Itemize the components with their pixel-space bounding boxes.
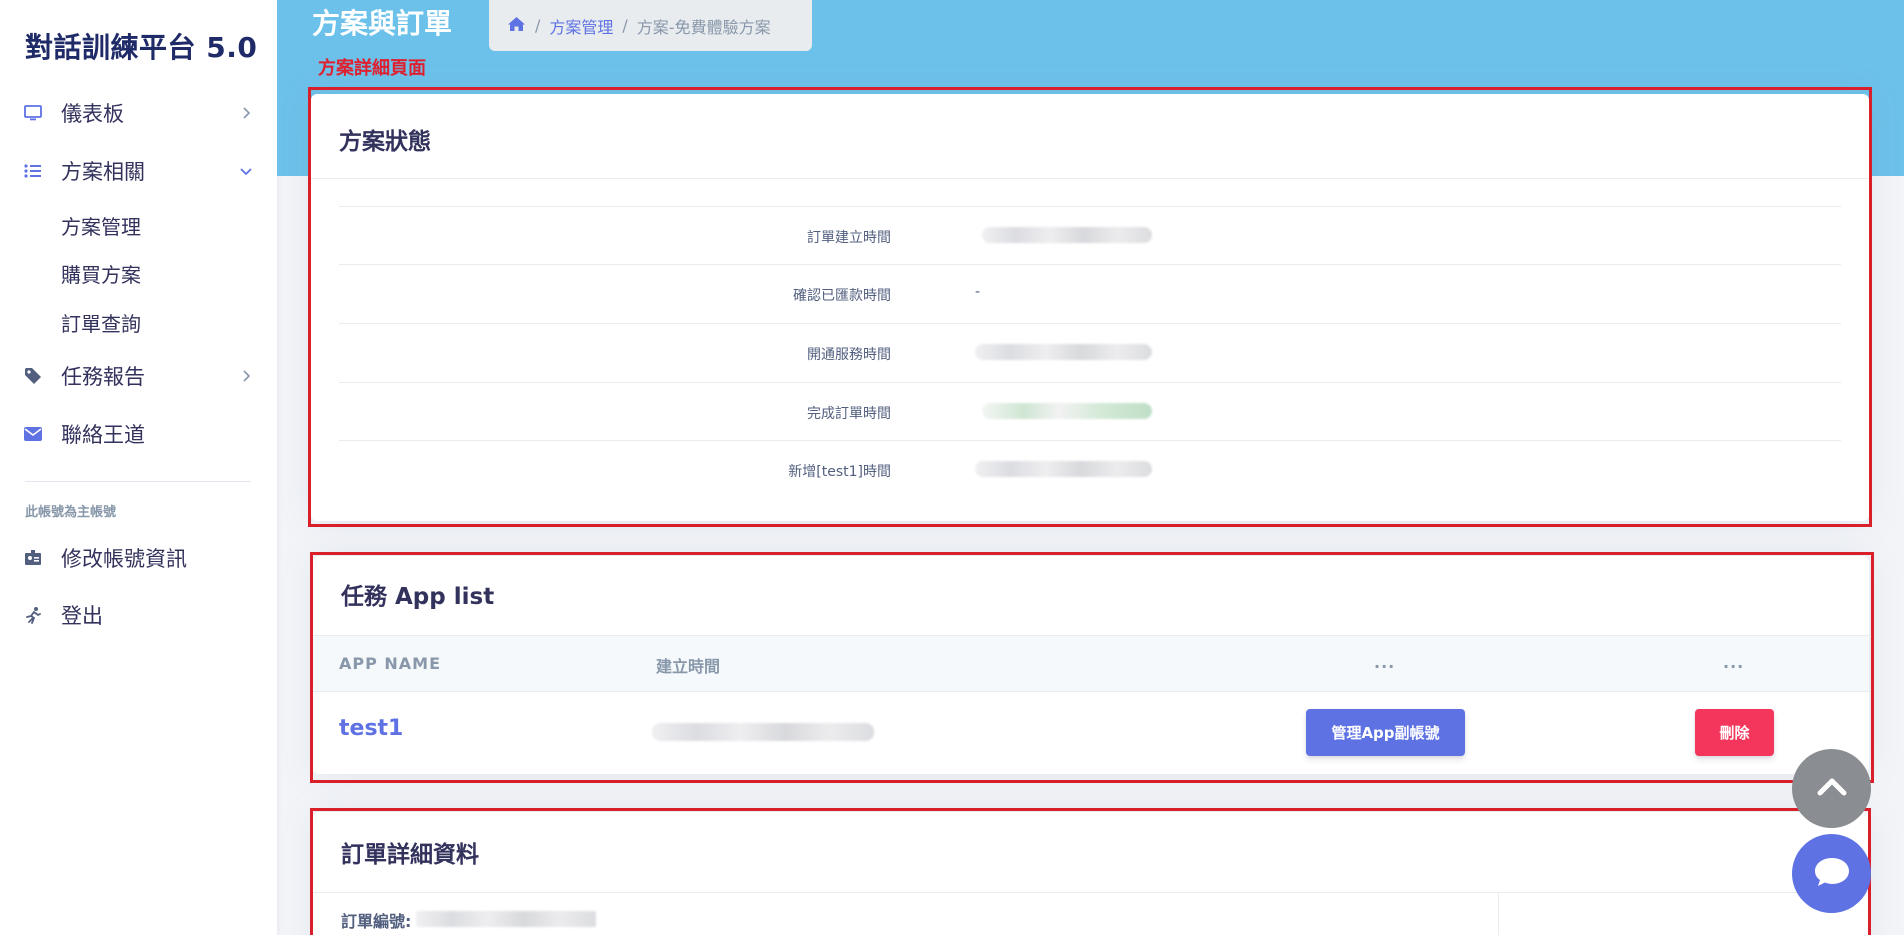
- status-row: 完成訂單時間: [339, 383, 1841, 441]
- column-header-created-time: 建立時間: [656, 657, 721, 676]
- sidebar-item-edit-account[interactable]: 修改帳號資訊: [0, 538, 277, 578]
- card-title: 方案狀態: [339, 129, 431, 155]
- status-row: 訂單建立時間: [339, 207, 1841, 265]
- sidebar-item-logout[interactable]: 登出: [0, 595, 277, 635]
- status-label: 開通服務時間: [807, 347, 891, 363]
- sidebar-item-label: 儀表板: [61, 102, 124, 126]
- breadcrumb-separator: /: [622, 16, 628, 35]
- sidebar: 對話訓練平台 5.0 儀表板 方案相關 方案管理 購買方案 訂單查詢 任務報告: [0, 0, 277, 935]
- tag-icon: [24, 367, 42, 385]
- app-name-link[interactable]: test1: [339, 716, 403, 741]
- sidebar-item-dashboard[interactable]: 儀表板: [0, 93, 277, 133]
- column-header-actions: ...: [1374, 653, 1396, 672]
- envelope-icon: [24, 425, 42, 443]
- sidebar-item-task-report[interactable]: 任務報告: [0, 356, 277, 396]
- app-list-card: 任務 App list APP NAME 建立時間 ... ... test1 …: [313, 556, 1869, 774]
- scroll-to-top-button[interactable]: [1792, 749, 1871, 828]
- page-title: 方案與訂單: [312, 7, 453, 40]
- column-divider: [1498, 892, 1499, 935]
- chevron-right-icon: [239, 106, 253, 120]
- redacted-value: [975, 344, 1152, 360]
- chevron-down-icon: [239, 164, 253, 178]
- redacted-value: [652, 723, 874, 741]
- breadcrumb: / 方案管理 / 方案-免費體驗方案: [489, 0, 812, 51]
- status-row: 確認已匯款時間 -: [339, 265, 1841, 323]
- redacted-value: [982, 227, 1152, 243]
- breadcrumb-current: 方案-免費體驗方案: [636, 17, 771, 37]
- table-header: [313, 635, 1869, 691]
- chevron-up-icon: [1817, 777, 1847, 801]
- chevron-right-icon: [239, 369, 253, 383]
- status-value: -: [975, 284, 981, 300]
- status-row: 新增[test1]時間: [339, 441, 1841, 499]
- status-row: 開通服務時間: [339, 324, 1841, 382]
- sidebar-item-label: 登出: [61, 604, 103, 628]
- card-divider: [313, 892, 1869, 893]
- redacted-value: [982, 403, 1152, 419]
- status-label: 確認已匯款時間: [793, 288, 891, 304]
- breadcrumb-separator: /: [535, 16, 541, 35]
- sidebar-item-plans[interactable]: 方案相關: [0, 151, 277, 191]
- table-row: test1 管理App副帳號 刪除: [313, 692, 1869, 774]
- column-header-app-name: APP NAME: [339, 654, 442, 673]
- monitor-icon: [24, 104, 42, 122]
- order-detail-card: 訂單詳細資料 訂單編號:: [313, 812, 1869, 935]
- order-number-label: 訂單編號:: [341, 912, 412, 931]
- status-label: 完成訂單時間: [807, 406, 891, 422]
- plan-status-card: 方案狀態 訂單建立時間 確認已匯款時間 - 開通服務時間 完成訂單時間 新增[t…: [311, 94, 1869, 521]
- list-icon: [24, 162, 42, 180]
- brand-title[interactable]: 對話訓練平台 5.0: [25, 26, 257, 66]
- manage-app-subaccount-button[interactable]: 管理App副帳號: [1306, 709, 1465, 756]
- sidebar-item-label: 任務報告: [61, 365, 145, 389]
- column-header-actions: ...: [1723, 653, 1745, 672]
- status-label: 訂單建立時間: [807, 230, 891, 246]
- sidebar-item-label: 聯絡王道: [61, 423, 145, 447]
- sidebar-subitem-buy-plan[interactable]: 購買方案: [61, 259, 141, 288]
- status-label: 新增[test1]時間: [788, 464, 891, 480]
- sidebar-item-label: 方案相關: [61, 160, 145, 184]
- card-divider: [311, 178, 1869, 179]
- annotation-label: 方案詳細頁面: [318, 58, 426, 79]
- sidebar-subitem-plan-management[interactable]: 方案管理: [61, 211, 141, 240]
- breadcrumb-plan-management[interactable]: 方案管理: [549, 14, 613, 38]
- table-divider: [313, 635, 1869, 636]
- running-icon: [24, 606, 42, 624]
- chat-bubble-icon: [1813, 855, 1851, 893]
- sidebar-subitem-order-query[interactable]: 訂單查詢: [61, 308, 141, 337]
- delete-button[interactable]: 刪除: [1695, 709, 1774, 756]
- account-heading: 此帳號為主帳號: [25, 505, 117, 520]
- redacted-value: [975, 461, 1152, 477]
- sidebar-item-label: 修改帳號資訊: [61, 547, 187, 571]
- card-title: 任務 App list: [341, 584, 495, 610]
- sidebar-divider: [25, 481, 251, 482]
- id-card-icon: [24, 549, 42, 567]
- redacted-value: [416, 911, 596, 927]
- sidebar-item-contact[interactable]: 聯絡王道: [0, 414, 277, 454]
- home-icon[interactable]: [507, 16, 526, 36]
- card-title: 訂單詳細資料: [341, 842, 479, 868]
- chat-button[interactable]: [1792, 834, 1871, 913]
